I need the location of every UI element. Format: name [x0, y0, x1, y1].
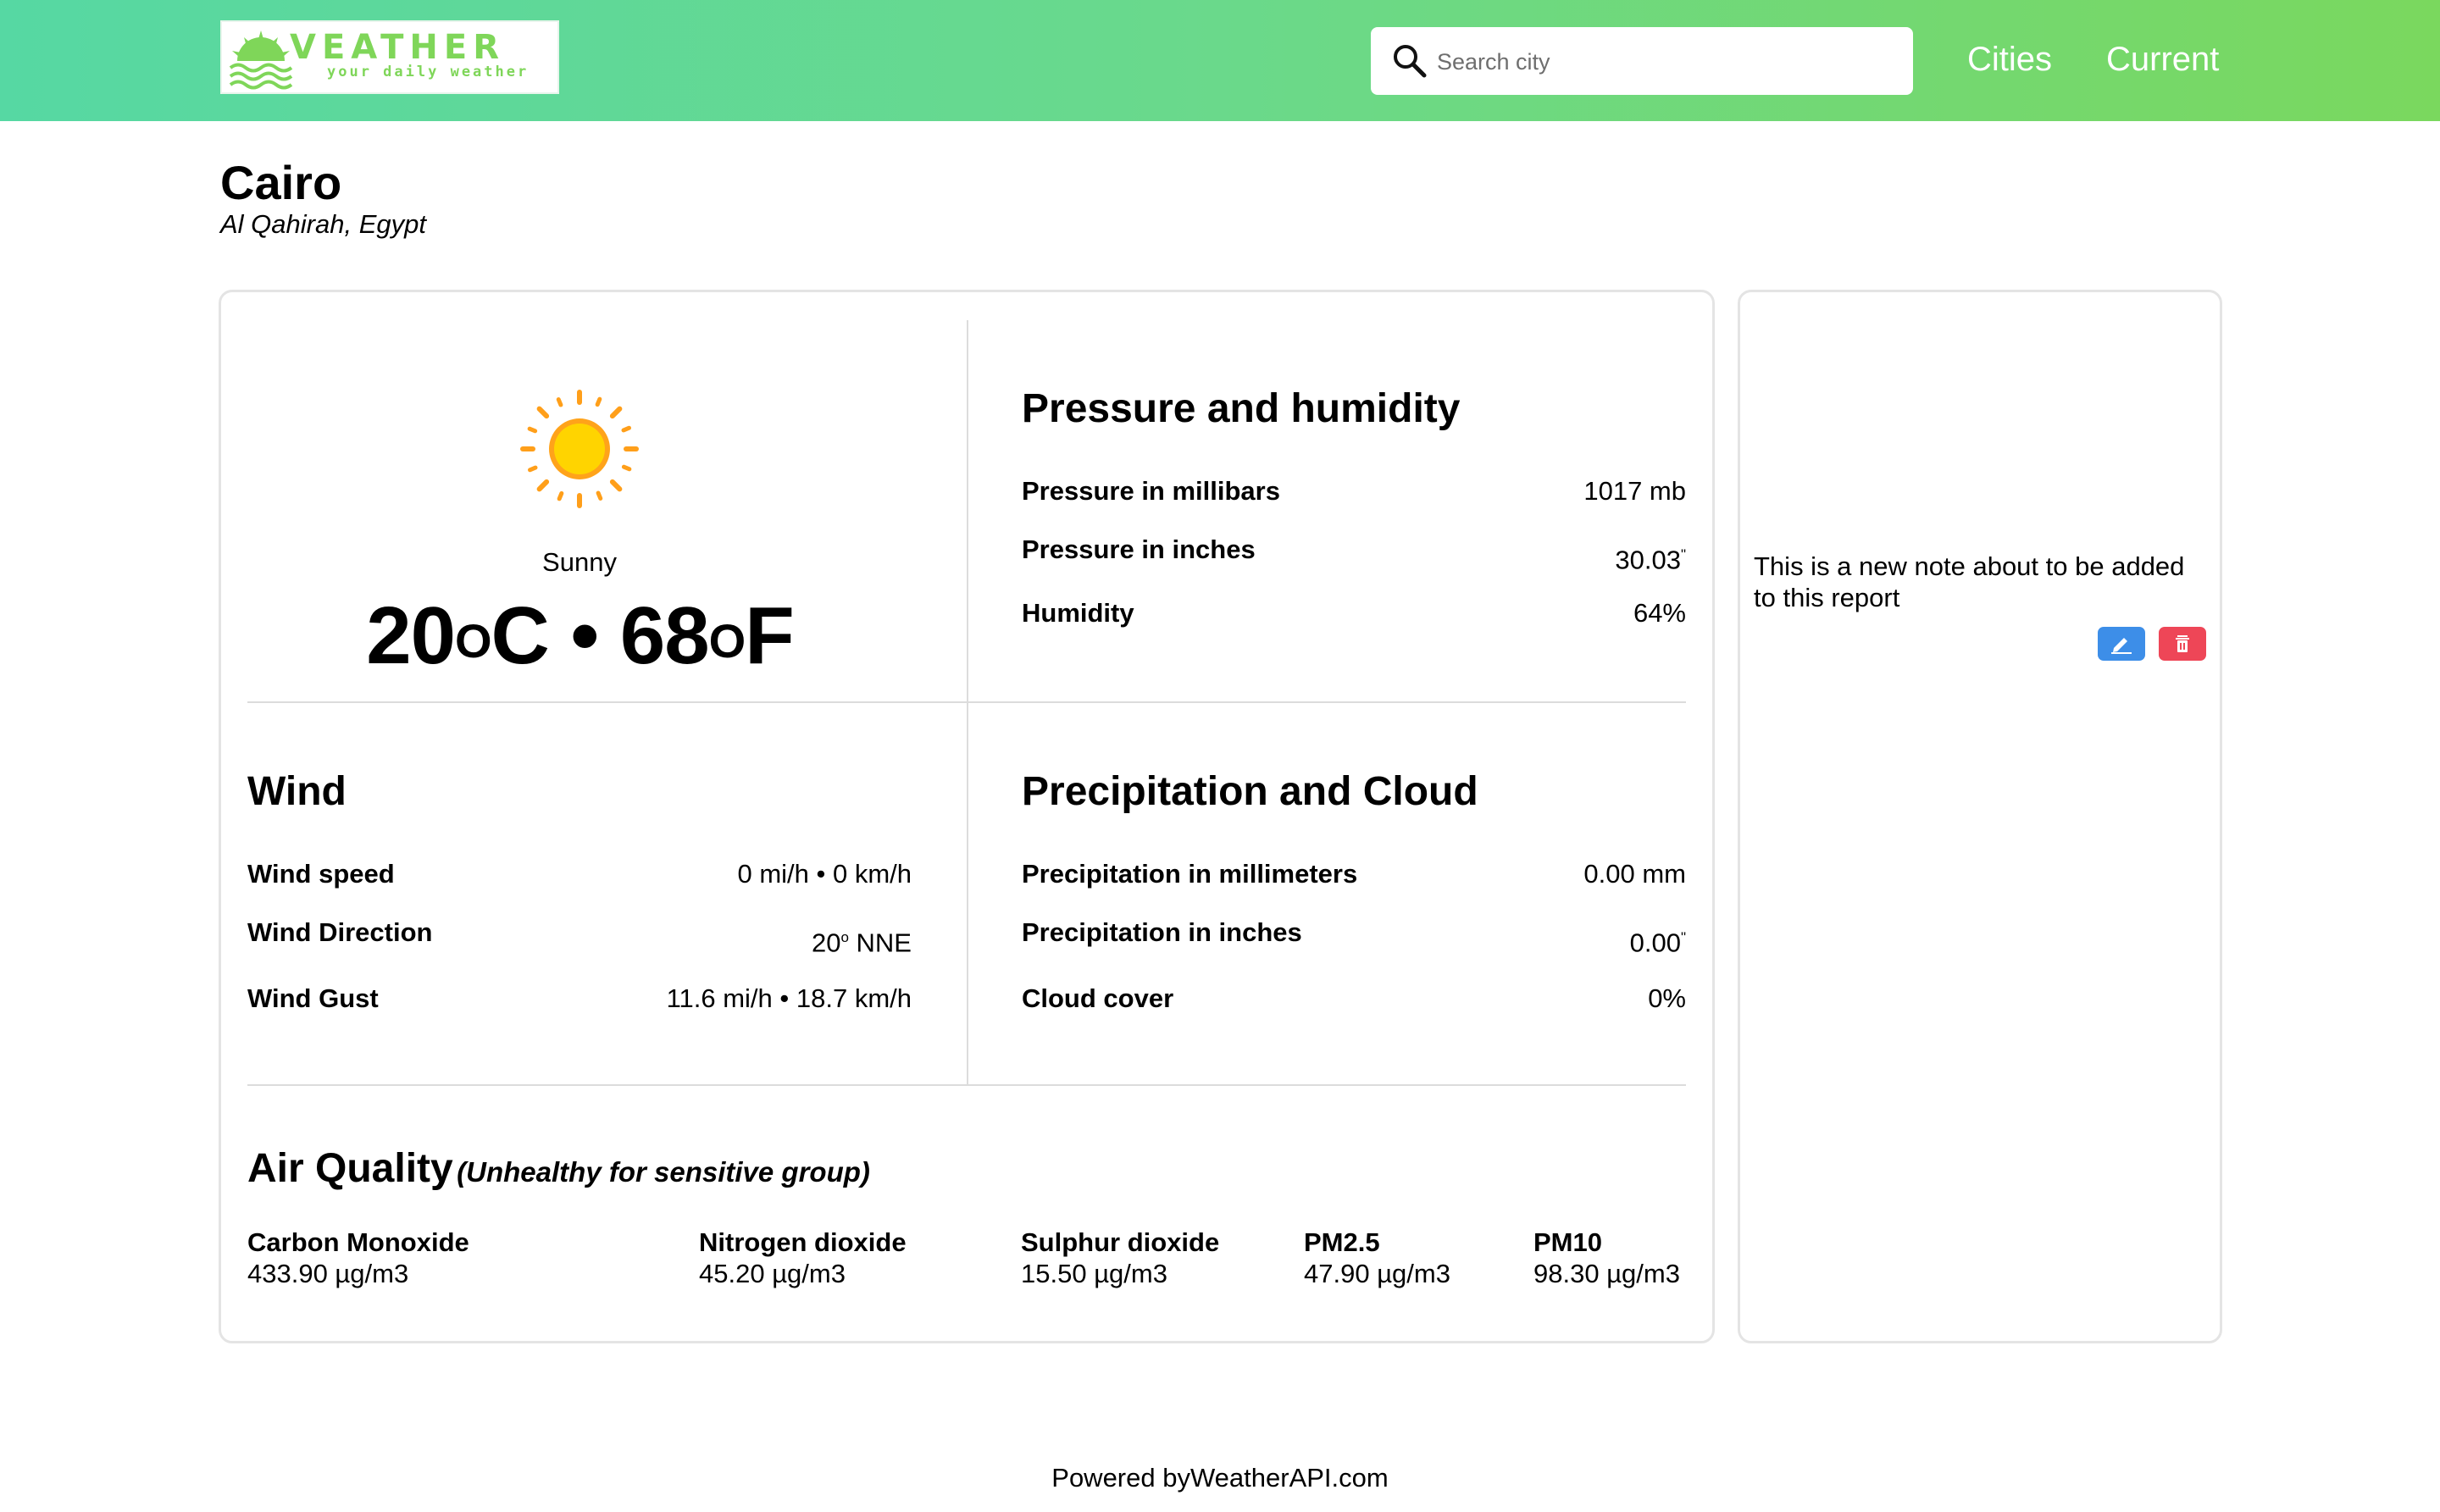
search-input[interactable] — [1435, 41, 1896, 83]
precip-in-value: 0.00" — [1432, 922, 1686, 959]
precipitation-title: Precipitation and Cloud — [1022, 769, 1478, 814]
wind-direction-degrees: 20 — [811, 928, 841, 958]
wind-speed-label: Wind speed — [247, 859, 395, 889]
nav-current-link[interactable]: Current — [2106, 37, 2219, 81]
pressure-in-number: 30.03 — [1615, 545, 1681, 575]
wind-speed-value: 0 mi/h • 0 km/h — [737, 859, 912, 889]
inch-mark: " — [1680, 546, 1686, 562]
horizontal-divider — [247, 1084, 1686, 1086]
pressure-in-value: 30.03" — [1432, 539, 1686, 576]
air-quality-title: Air Quality — [247, 1146, 453, 1191]
air-quality-status: (Unhealthy for sensitive group) — [457, 1156, 870, 1188]
aq-no2-label: Nitrogen dioxide — [699, 1227, 907, 1257]
delete-note-button[interactable] — [2159, 627, 2206, 661]
app-header: VEATHER your daily weather Cities Curren… — [0, 0, 2440, 121]
degree-mark: O — [708, 614, 746, 667]
logo-wordmark: VEATHER — [290, 28, 506, 67]
wind-gust-label: Wind Gust — [247, 983, 379, 1013]
horizontal-divider — [247, 701, 1686, 703]
aq-pm10-value: 98.30 µg/m3 — [1533, 1259, 1680, 1288]
pressure-humidity-title: Pressure and humidity — [1022, 386, 1461, 431]
logo-sun-waves-icon — [229, 30, 293, 90]
pressure-in-label: Pressure in inches — [1022, 534, 1256, 564]
city-region: Al Qahirah, Egypt — [220, 209, 426, 239]
aq-co-value: 433.90 µg/m3 — [247, 1259, 409, 1288]
temp-celsius-value: 20 — [366, 590, 456, 681]
temp-celsius-unit: C — [491, 590, 550, 681]
condition-text: Sunny — [542, 547, 617, 577]
edit-note-button[interactable] — [2098, 627, 2145, 661]
logo-tagline: your daily weather — [327, 64, 530, 80]
temperature-display: 20OC • 68OF — [247, 590, 912, 683]
aq-pm25-value: 47.90 µg/m3 — [1304, 1259, 1450, 1288]
humidity-label: Humidity — [1022, 598, 1134, 628]
city-name: Cairo — [220, 156, 342, 209]
aq-so2-value: 15.50 µg/m3 — [1021, 1259, 1167, 1288]
degree-mark: O — [454, 614, 492, 667]
precip-in-number: 0.00 — [1629, 928, 1681, 958]
aq-no2-value: 45.20 µg/m3 — [699, 1259, 846, 1288]
note-item-text: This is a new note about to be added to … — [1754, 551, 2185, 612]
notes-panel — [1738, 290, 2222, 1343]
wind-direction-value: 20o NNE — [657, 922, 912, 959]
aq-so2-label: Sulphur dioxide — [1021, 1227, 1220, 1257]
search-box — [1371, 27, 1913, 95]
humidity-value: 64% — [1633, 598, 1686, 628]
inch-mark: " — [1680, 929, 1686, 945]
vertical-divider — [967, 320, 968, 1086]
cloud-cover-value: 0% — [1648, 983, 1686, 1013]
nav-cities-link[interactable]: Cities — [1967, 37, 2052, 81]
pressure-mb-value: 1017 mb — [1583, 476, 1686, 506]
trash-icon — [2176, 635, 2189, 652]
degree-mark: o — [840, 929, 849, 945]
cloud-cover-label: Cloud cover — [1022, 983, 1174, 1013]
temp-fahrenheit-unit: F — [745, 590, 795, 681]
precip-in-label: Precipitation in inches — [1022, 917, 1302, 947]
pressure-mb-label: Pressure in millibars — [1022, 476, 1280, 506]
wind-direction-compass: NNE — [848, 928, 912, 958]
wind-gust-value: 11.6 mi/h • 18.7 km/h — [666, 983, 912, 1013]
search-icon[interactable] — [1391, 42, 1428, 80]
footer-credit: Powered byWeatherAPI.com — [1051, 1463, 1389, 1493]
sun-icon — [520, 390, 639, 508]
aq-pm25-label: PM2.5 — [1304, 1227, 1380, 1257]
logo[interactable]: VEATHER your daily weather — [220, 20, 559, 94]
aq-pm10-label: PM10 — [1533, 1227, 1602, 1257]
temp-separator: • — [570, 590, 600, 681]
wind-title: Wind — [247, 769, 347, 814]
aq-co-label: Carbon Monoxide — [247, 1227, 469, 1257]
air-quality-heading: Air Quality (Unhealthy for sensitive gro… — [247, 1145, 870, 1202]
wind-direction-label: Wind Direction — [247, 917, 433, 947]
precip-mm-value: 0.00 mm — [1583, 859, 1686, 889]
precip-mm-label: Precipitation in millimeters — [1022, 859, 1358, 889]
temp-fahrenheit-value: 68 — [619, 590, 710, 681]
pencil-icon — [2111, 638, 2132, 654]
